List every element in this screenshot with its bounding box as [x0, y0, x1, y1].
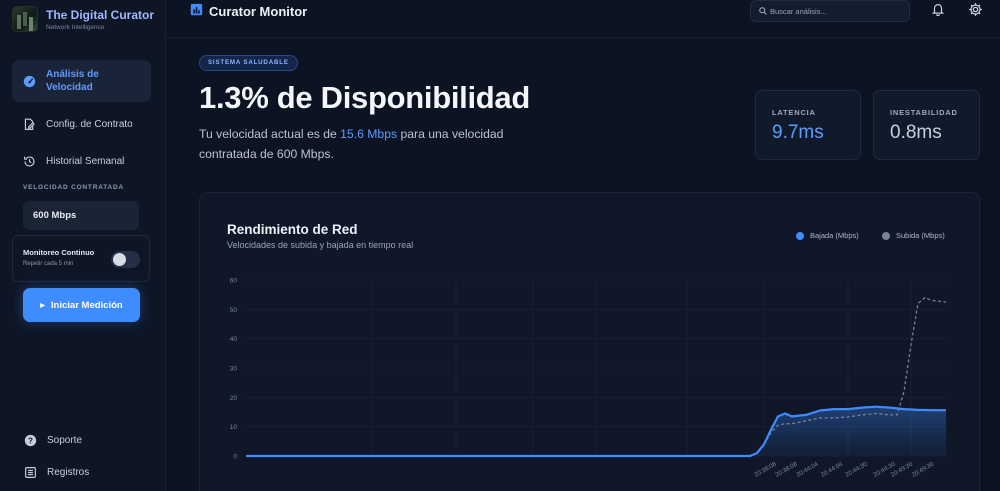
y-tick-label: 40 [230, 336, 238, 343]
search-box[interactable] [750, 0, 910, 22]
y-tick-label: 10 [230, 424, 238, 431]
app-title-text: Curator Monitor [209, 3, 308, 19]
legend-download[interactable]: Bajada (Mbps) [796, 231, 859, 240]
sidebar-item-support[interactable]: ? Soporte [23, 433, 82, 447]
current-speed-value: 15.6 Mbps [340, 127, 398, 141]
x-tick-label: 20:44:04 [795, 460, 820, 478]
search-input[interactable] [770, 6, 900, 16]
network-performance-chart: 010203040506020:38:0820:38:0820:44:04 20:… [230, 278, 947, 479]
bell-icon[interactable] [931, 2, 945, 21]
latency-value: 9.7ms [772, 122, 824, 143]
x-tick-label: 20:44:04 [820, 460, 845, 478]
sidebar-item-label: Soporte [47, 434, 83, 446]
legend-label: Subida (Mbps) [896, 231, 945, 240]
gear-icon[interactable] [968, 2, 983, 22]
search-icon [759, 2, 767, 20]
y-tick-label: 50 [230, 307, 238, 314]
brand: The Digital Curator Network Intelligence [12, 6, 154, 32]
x-tick-label: 20:38:08 [774, 460, 799, 478]
y-tick-label: 30 [230, 366, 238, 373]
y-tick-label: 20 [230, 395, 238, 402]
edit-document-icon [22, 117, 36, 131]
sidebar-item-weekly-history[interactable]: Historial Semanal [12, 151, 151, 171]
top-bar: Curator Monitor [167, 0, 1000, 27]
continuous-monitoring-card: Monitoreo Continuo Repetir cada 5 min [12, 235, 150, 282]
monitoring-subtitle: Repetir cada 5 min [23, 261, 74, 267]
legend-dot [882, 231, 890, 240]
instability-label: INESTABILIDAD [890, 108, 958, 117]
x-tick-label: 20:44:30 [844, 460, 869, 478]
sidebar-item-contract-config[interactable]: Config. de Contrato [12, 114, 151, 134]
sidebar-item-logs[interactable]: Registros [23, 465, 89, 479]
list-icon [23, 465, 37, 479]
latency-card: LATENCIA 9.7ms [755, 90, 861, 160]
svg-text:?: ? [28, 436, 33, 445]
start-measurement-button[interactable]: ▶ Iniciar Medición [23, 288, 140, 322]
instability-value: 0.8ms [890, 122, 942, 143]
instability-card: INESTABILIDAD 0.8ms [873, 90, 980, 160]
x-tick-label: 20:38:08 [753, 460, 778, 478]
speedometer-icon [22, 74, 36, 88]
toggle-knob [113, 253, 126, 266]
sidebar-item-label: Historial Semanal [46, 155, 125, 167]
sidebar-item-label: Análisis de Velocidad [46, 69, 99, 93]
legend-dot [796, 231, 804, 240]
status-badge: SISTEMA SALUDABLE [199, 55, 298, 71]
contract-speed-label: VELOCIDAD CONTRATADA [23, 184, 124, 191]
legend-upload[interactable]: Subida (Mbps) [882, 231, 945, 240]
x-tick-label: 20:49:30 [911, 460, 936, 478]
start-button-label: Iniciar Medición [50, 299, 123, 311]
brand-logo [12, 6, 38, 32]
brand-title: The Digital Curator [46, 7, 155, 22]
legend-label: Bajada (Mbps) [810, 231, 859, 240]
chart-title: Rendimiento de Red [227, 222, 358, 237]
app-title: Curator Monitor [190, 3, 307, 19]
y-tick-label: 60 [230, 278, 238, 285]
play-icon: ▶ [40, 302, 45, 309]
page-title: 1.3% de Disponibilidad [199, 80, 531, 115]
y-tick-label: 0 [233, 454, 237, 461]
monitoring-title: Monitoreo Continuo [23, 248, 95, 257]
history-icon [22, 154, 36, 168]
monitoring-toggle[interactable] [111, 251, 140, 268]
sidebar: The Digital Curator Network Intelligence… [0, 0, 166, 491]
sidebar-item-label: Registros [47, 466, 90, 478]
hero-text-prefix: Tu velocidad actual es de [199, 127, 341, 141]
brand-subtitle: Network Intelligence [46, 23, 105, 31]
contract-speed-field[interactable]: 600 Mbps [23, 201, 139, 230]
sidebar-item-label: Config. de Contrato [46, 118, 133, 130]
chart-subtitle: Velocidades de subida y bajada en tiempo… [227, 240, 414, 250]
hero-description: Tu velocidad actual es de 15.6 Mbps para… [199, 124, 519, 164]
network-performance-card: 0 10 20 30 40 50 60 20:38:08 20:38:08 20:44:04 20:… [199, 192, 980, 491]
latency-label: LATENCIA [772, 108, 816, 117]
top-divider [167, 37, 1000, 38]
help-icon: ? [23, 433, 37, 447]
chart-bar-icon [190, 3, 203, 19]
sidebar-item-speed-analysis[interactable]: Análisis de Velocidad [12, 60, 151, 102]
